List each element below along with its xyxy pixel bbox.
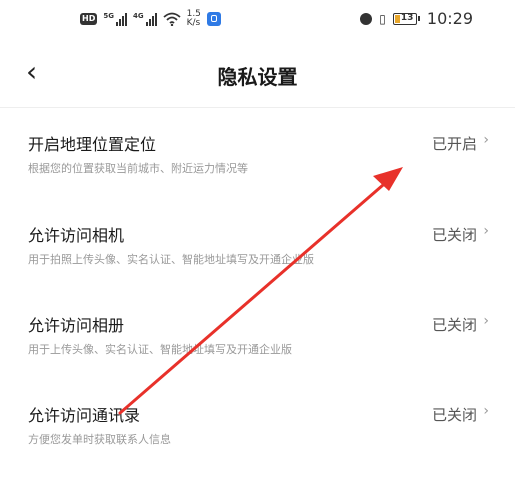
chevron-right-icon: › bbox=[483, 223, 489, 239]
status-right-group: ▯ 13 10:29 bbox=[360, 9, 473, 28]
page-title: 隐私设置 bbox=[217, 65, 298, 89]
setting-title: 开启地理位置定位 bbox=[28, 135, 157, 154]
battery-icon: 13 bbox=[392, 12, 420, 25]
wifi-icon bbox=[163, 12, 181, 26]
setting-title: 允许访问相机 bbox=[28, 226, 125, 245]
setting-status[interactable]: 已关闭 bbox=[432, 224, 477, 245]
signal-2-generation: 4G bbox=[132, 12, 144, 20]
setting-status[interactable]: 已关闭 bbox=[432, 404, 477, 425]
setting-description: 用于拍照上传头像、实名认证、智能地址填写及开通企业版 bbox=[28, 253, 314, 266]
cell-signal-1-icon: 5G bbox=[103, 12, 127, 26]
cell-signal-2-icon: 4G bbox=[133, 12, 157, 26]
chevron-right-icon: › bbox=[483, 132, 489, 148]
vibrate-icon: ▯ bbox=[379, 11, 386, 26]
setting-row-photo-album[interactable]: 允许访问相册 用于上传头像、实名认证、智能地址填写及开通企业版 已关闭 › bbox=[0, 312, 515, 382]
app-notification-icon bbox=[206, 12, 221, 26]
status-bar: HD 5G 4G 1.5 K/s ▯ 13 10:29 bbox=[0, 0, 515, 40]
network-speed: 1.5 K/s bbox=[187, 10, 201, 28]
setting-row-location[interactable]: 开启地理位置定位 根据您的位置获取当前城市、附近运力情况等 已开启 › bbox=[0, 131, 515, 201]
network-speed-unit: K/s bbox=[186, 18, 201, 28]
setting-title: 允许访问通讯录 bbox=[28, 406, 141, 425]
status-left-group: HD 5G 4G 1.5 K/s bbox=[80, 10, 221, 28]
header-divider bbox=[0, 107, 515, 108]
setting-description: 方便您发单时获取联系人信息 bbox=[28, 433, 171, 446]
setting-row-contacts[interactable]: 允许访问通讯录 方便您发单时获取联系人信息 已关闭 › bbox=[0, 402, 515, 472]
setting-status[interactable]: 已开启 bbox=[432, 133, 477, 154]
alarm-icon bbox=[360, 12, 373, 25]
battery-level: 13 bbox=[400, 12, 414, 23]
hd-badge: HD bbox=[80, 13, 98, 25]
setting-description: 用于上传头像、实名认证、智能地址填写及开通企业版 bbox=[28, 343, 292, 356]
nav-header: ‹ 隐私设置 bbox=[0, 52, 515, 96]
setting-description: 根据您的位置获取当前城市、附近运力情况等 bbox=[28, 162, 248, 175]
clock: 10:29 bbox=[426, 9, 473, 28]
signal-1-generation: 5G bbox=[103, 12, 114, 20]
setting-status[interactable]: 已关闭 bbox=[432, 314, 477, 335]
chevron-right-icon: › bbox=[483, 403, 489, 419]
chevron-right-icon: › bbox=[483, 313, 489, 329]
setting-row-camera[interactable]: 允许访问相机 用于拍照上传头像、实名认证、智能地址填写及开通企业版 已关闭 › bbox=[0, 222, 515, 292]
setting-title: 允许访问相册 bbox=[28, 316, 125, 335]
